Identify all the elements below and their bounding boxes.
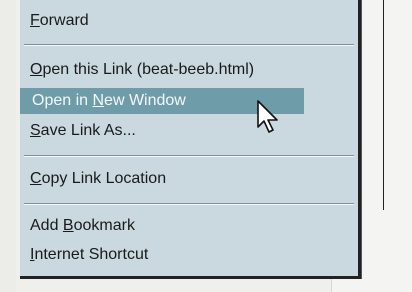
- menu-item-open-link[interactable]: Open this Link (beat-beeb.html): [30, 57, 254, 83]
- menu-item-label: N: [92, 92, 105, 109]
- menu-item-label: orward: [39, 12, 89, 29]
- menu-separator: [24, 203, 354, 205]
- screenshot-scene: Forward Open this Link (beat-beeb.html) …: [0, 0, 412, 292]
- menu-item-label: ookmark: [73, 217, 135, 234]
- menu-item-label: O: [30, 61, 43, 78]
- menu-item-internet-shortcut[interactable]: Internet Shortcut: [30, 242, 148, 268]
- menu-item-label: ew Window: [104, 92, 186, 109]
- menu-item-label: Add: [30, 217, 63, 234]
- menu-item-label: S: [30, 122, 41, 139]
- menu-item-label: Open in: [32, 92, 93, 109]
- menu-item-label: B: [62, 217, 74, 234]
- menu-item-forward[interactable]: Forward: [30, 8, 89, 34]
- menu-separator: [24, 44, 354, 46]
- menu-item-label: nternet Shortcut: [34, 246, 149, 263]
- menu-item-save-link-as[interactable]: Save Link As...: [30, 118, 136, 144]
- menu-item-add-bookmark[interactable]: Add Bookmark: [30, 213, 135, 239]
- background-page-left: [0, 0, 16, 292]
- menu-item-label: C: [30, 170, 42, 187]
- menu-item-label: opy Link Location: [41, 170, 167, 187]
- arrow-pointer-icon: [257, 100, 278, 133]
- menu-item-label: pen this Link (beat-beeb.html): [42, 61, 255, 78]
- menu-separator: [24, 155, 354, 157]
- menu-item-label: ave Link As...: [40, 122, 136, 139]
- menu-item-label: F: [30, 12, 40, 29]
- background-divider-line: [383, 0, 384, 210]
- menu-item-copy-link-location[interactable]: Copy Link Location: [30, 166, 166, 192]
